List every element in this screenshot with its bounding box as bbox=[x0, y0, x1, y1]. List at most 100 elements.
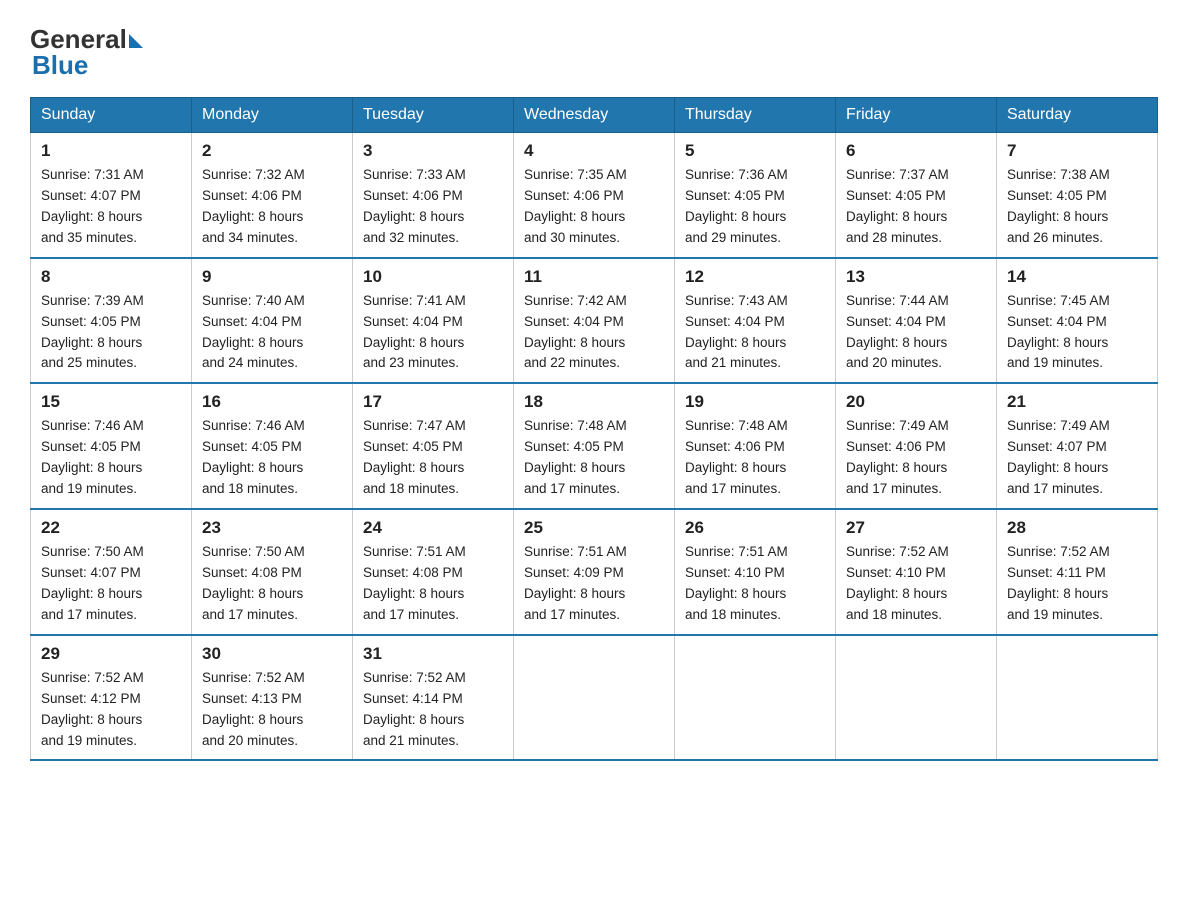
logo-general: General bbox=[30, 26, 127, 52]
day-info: Sunrise: 7:46 AMSunset: 4:05 PMDaylight:… bbox=[202, 416, 342, 500]
calendar-cell bbox=[997, 635, 1158, 761]
day-number: 19 bbox=[685, 392, 825, 412]
calendar-cell: 8 Sunrise: 7:39 AMSunset: 4:05 PMDaylight… bbox=[31, 258, 192, 384]
page-header: General Blue bbox=[30, 20, 1158, 79]
day-info: Sunrise: 7:49 AMSunset: 4:06 PMDaylight:… bbox=[846, 416, 986, 500]
day-number: 22 bbox=[41, 518, 181, 538]
weekday-header-saturday: Saturday bbox=[997, 98, 1158, 133]
day-info: Sunrise: 7:52 AMSunset: 4:10 PMDaylight:… bbox=[846, 542, 986, 626]
day-info: Sunrise: 7:43 AMSunset: 4:04 PMDaylight:… bbox=[685, 291, 825, 375]
calendar-week-row: 8 Sunrise: 7:39 AMSunset: 4:05 PMDaylight… bbox=[31, 258, 1158, 384]
calendar-cell: 6Sunrise: 7:37 AMSunset: 4:05 PMDaylight… bbox=[836, 133, 997, 258]
day-number: 12 bbox=[685, 267, 825, 287]
weekday-header-sunday: Sunday bbox=[31, 98, 192, 133]
day-info: Sunrise: 7:48 AMSunset: 4:05 PMDaylight:… bbox=[524, 416, 664, 500]
day-info: Sunrise: 7:45 AMSunset: 4:04 PMDaylight:… bbox=[1007, 291, 1147, 375]
weekday-header-monday: Monday bbox=[192, 98, 353, 133]
calendar-cell bbox=[675, 635, 836, 761]
day-info: Sunrise: 7:46 AMSunset: 4:05 PMDaylight:… bbox=[41, 416, 181, 500]
day-number: 31 bbox=[363, 644, 503, 664]
day-info: Sunrise: 7:52 AMSunset: 4:12 PMDaylight:… bbox=[41, 668, 181, 752]
calendar-cell bbox=[836, 635, 997, 761]
calendar-table: SundayMondayTuesdayWednesdayThursdayFrid… bbox=[30, 97, 1158, 761]
logo: General Blue bbox=[30, 26, 143, 79]
weekday-header-tuesday: Tuesday bbox=[353, 98, 514, 133]
calendar-cell: 5Sunrise: 7:36 AMSunset: 4:05 PMDaylight… bbox=[675, 133, 836, 258]
day-number: 11 bbox=[524, 267, 664, 287]
day-info: Sunrise: 7:48 AMSunset: 4:06 PMDaylight:… bbox=[685, 416, 825, 500]
day-info: Sunrise: 7:33 AMSunset: 4:06 PMDaylight:… bbox=[363, 165, 503, 249]
day-info: Sunrise: 7:44 AMSunset: 4:04 PMDaylight:… bbox=[846, 291, 986, 375]
calendar-cell: 30Sunrise: 7:52 AMSunset: 4:13 PMDayligh… bbox=[192, 635, 353, 761]
day-info: Sunrise: 7:52 AMSunset: 4:13 PMDaylight:… bbox=[202, 668, 342, 752]
calendar-week-row: 22Sunrise: 7:50 AMSunset: 4:07 PMDayligh… bbox=[31, 509, 1158, 635]
calendar-cell: 10Sunrise: 7:41 AMSunset: 4:04 PMDayligh… bbox=[353, 258, 514, 384]
calendar-cell: 15 Sunrise: 7:46 AMSunset: 4:05 PMDayligh… bbox=[31, 383, 192, 509]
calendar-cell: 22Sunrise: 7:50 AMSunset: 4:07 PMDayligh… bbox=[31, 509, 192, 635]
calendar-cell: 29 Sunrise: 7:52 AMSunset: 4:12 PMDayligh… bbox=[31, 635, 192, 761]
calendar-week-row: 29 Sunrise: 7:52 AMSunset: 4:12 PMDayligh… bbox=[31, 635, 1158, 761]
day-number: 13 bbox=[846, 267, 986, 287]
calendar-cell: 31 Sunrise: 7:52 AMSunset: 4:14 PMDayligh… bbox=[353, 635, 514, 761]
day-number: 23 bbox=[202, 518, 342, 538]
calendar-week-row: 1Sunrise: 7:31 AMSunset: 4:07 PMDaylight… bbox=[31, 133, 1158, 258]
day-number: 27 bbox=[846, 518, 986, 538]
calendar-cell: 23 Sunrise: 7:50 AMSunset: 4:08 PMDayligh… bbox=[192, 509, 353, 635]
day-info: Sunrise: 7:50 AMSunset: 4:08 PMDaylight:… bbox=[202, 542, 342, 626]
calendar-week-row: 15 Sunrise: 7:46 AMSunset: 4:05 PMDayligh… bbox=[31, 383, 1158, 509]
weekday-header-friday: Friday bbox=[836, 98, 997, 133]
calendar-cell: 4Sunrise: 7:35 AMSunset: 4:06 PMDaylight… bbox=[514, 133, 675, 258]
calendar-cell: 17Sunrise: 7:47 AMSunset: 4:05 PMDayligh… bbox=[353, 383, 514, 509]
calendar-cell: 7 Sunrise: 7:38 AMSunset: 4:05 PMDaylight… bbox=[997, 133, 1158, 258]
day-info: Sunrise: 7:52 AMSunset: 4:11 PMDaylight:… bbox=[1007, 542, 1147, 626]
day-info: Sunrise: 7:40 AMSunset: 4:04 PMDaylight:… bbox=[202, 291, 342, 375]
day-number: 18 bbox=[524, 392, 664, 412]
logo-blue: Blue bbox=[32, 50, 88, 80]
day-number: 3 bbox=[363, 141, 503, 161]
day-number: 28 bbox=[1007, 518, 1147, 538]
calendar-cell bbox=[514, 635, 675, 761]
calendar-cell: 27 Sunrise: 7:52 AMSunset: 4:10 PMDayligh… bbox=[836, 509, 997, 635]
day-info: Sunrise: 7:37 AMSunset: 4:05 PMDaylight:… bbox=[846, 165, 986, 249]
day-info: Sunrise: 7:49 AMSunset: 4:07 PMDaylight:… bbox=[1007, 416, 1147, 500]
day-number: 15 bbox=[41, 392, 181, 412]
calendar-cell: 12 Sunrise: 7:43 AMSunset: 4:04 PMDayligh… bbox=[675, 258, 836, 384]
day-info: Sunrise: 7:36 AMSunset: 4:05 PMDaylight:… bbox=[685, 165, 825, 249]
calendar-cell: 24 Sunrise: 7:51 AMSunset: 4:08 PMDayligh… bbox=[353, 509, 514, 635]
day-info: Sunrise: 7:38 AMSunset: 4:05 PMDaylight:… bbox=[1007, 165, 1147, 249]
calendar-cell: 28 Sunrise: 7:52 AMSunset: 4:11 PMDayligh… bbox=[997, 509, 1158, 635]
calendar-cell: 14 Sunrise: 7:45 AMSunset: 4:04 PMDayligh… bbox=[997, 258, 1158, 384]
calendar-cell: 21 Sunrise: 7:49 AMSunset: 4:07 PMDayligh… bbox=[997, 383, 1158, 509]
calendar-cell: 19 Sunrise: 7:48 AMSunset: 4:06 PMDayligh… bbox=[675, 383, 836, 509]
day-info: Sunrise: 7:52 AMSunset: 4:14 PMDaylight:… bbox=[363, 668, 503, 752]
day-number: 21 bbox=[1007, 392, 1147, 412]
day-info: Sunrise: 7:42 AMSunset: 4:04 PMDaylight:… bbox=[524, 291, 664, 375]
day-number: 24 bbox=[363, 518, 503, 538]
calendar-cell: 9 Sunrise: 7:40 AMSunset: 4:04 PMDaylight… bbox=[192, 258, 353, 384]
calendar-cell: 18 Sunrise: 7:48 AMSunset: 4:05 PMDayligh… bbox=[514, 383, 675, 509]
calendar-cell: 20 Sunrise: 7:49 AMSunset: 4:06 PMDayligh… bbox=[836, 383, 997, 509]
calendar-cell: 13 Sunrise: 7:44 AMSunset: 4:04 PMDayligh… bbox=[836, 258, 997, 384]
day-number: 26 bbox=[685, 518, 825, 538]
day-number: 10 bbox=[363, 267, 503, 287]
calendar-cell: 25Sunrise: 7:51 AMSunset: 4:09 PMDayligh… bbox=[514, 509, 675, 635]
day-info: Sunrise: 7:51 AMSunset: 4:08 PMDaylight:… bbox=[363, 542, 503, 626]
day-number: 20 bbox=[846, 392, 986, 412]
day-info: Sunrise: 7:31 AMSunset: 4:07 PMDaylight:… bbox=[41, 165, 181, 249]
weekday-header-wednesday: Wednesday bbox=[514, 98, 675, 133]
day-info: Sunrise: 7:32 AMSunset: 4:06 PMDaylight:… bbox=[202, 165, 342, 249]
day-number: 16 bbox=[202, 392, 342, 412]
calendar-cell: 2 Sunrise: 7:32 AMSunset: 4:06 PMDaylight… bbox=[192, 133, 353, 258]
day-info: Sunrise: 7:51 AMSunset: 4:09 PMDaylight:… bbox=[524, 542, 664, 626]
day-number: 7 bbox=[1007, 141, 1147, 161]
weekday-header-thursday: Thursday bbox=[675, 98, 836, 133]
day-number: 29 bbox=[41, 644, 181, 664]
logo-triangle-icon bbox=[129, 34, 143, 48]
calendar-cell: 11 Sunrise: 7:42 AMSunset: 4:04 PMDayligh… bbox=[514, 258, 675, 384]
day-info: Sunrise: 7:39 AMSunset: 4:05 PMDaylight:… bbox=[41, 291, 181, 375]
day-number: 2 bbox=[202, 141, 342, 161]
day-number: 9 bbox=[202, 267, 342, 287]
day-number: 14 bbox=[1007, 267, 1147, 287]
day-number: 8 bbox=[41, 267, 181, 287]
day-info: Sunrise: 7:35 AMSunset: 4:06 PMDaylight:… bbox=[524, 165, 664, 249]
